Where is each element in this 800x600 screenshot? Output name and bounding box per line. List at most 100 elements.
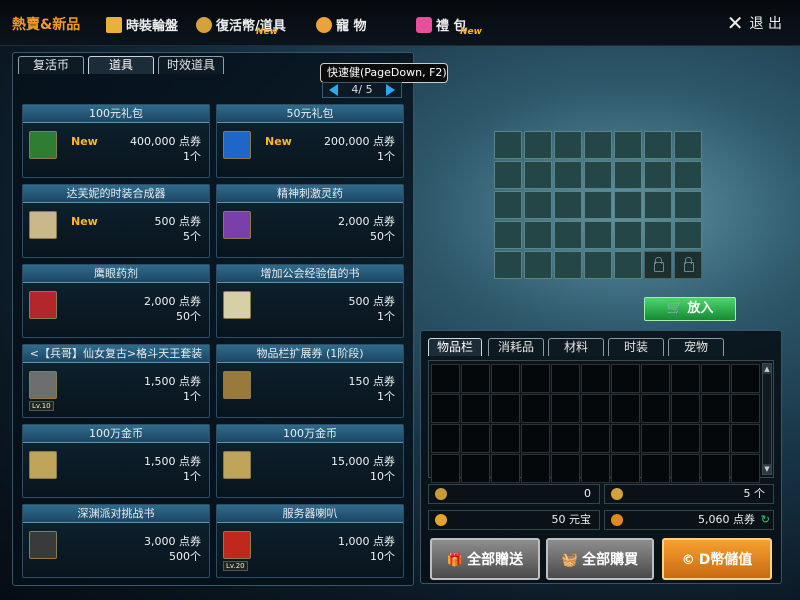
inventory-slot[interactable]	[431, 394, 460, 423]
inventory-slot[interactable]	[581, 454, 610, 483]
item-card[interactable]: 100万金币 15,000 点券 10个	[216, 424, 404, 498]
empty-slot[interactable]	[644, 161, 672, 189]
empty-slot[interactable]	[494, 191, 522, 219]
item-card[interactable]: 50元礼包 New 200,000 点券 1个	[216, 104, 404, 178]
empty-slot[interactable]	[494, 131, 522, 159]
item-card[interactable]: 达芙妮的时装合成器 New 500 点券 5个	[22, 184, 210, 258]
empty-slot[interactable]	[524, 191, 552, 219]
inventory-slot[interactable]	[551, 364, 580, 393]
inventory-slot[interactable]	[461, 424, 490, 453]
tab-consumables[interactable]: 消耗品	[488, 338, 544, 356]
empty-slot[interactable]	[614, 161, 642, 189]
tab-inventory[interactable]: 物品栏	[428, 338, 482, 356]
inventory-slot[interactable]	[431, 424, 460, 453]
tab-fashion[interactable]: 时装	[608, 338, 664, 356]
item-card[interactable]: 100万金币 1,500 点券 1个	[22, 424, 210, 498]
inventory-slot[interactable]	[491, 454, 520, 483]
empty-slot[interactable]	[674, 161, 702, 189]
empty-slot[interactable]	[554, 161, 582, 189]
refresh-icon[interactable]: ↻	[761, 511, 770, 529]
prev-page-icon[interactable]	[329, 84, 338, 96]
hot-new-title[interactable]: 熱賣&新品	[12, 14, 80, 34]
empty-slot[interactable]	[674, 191, 702, 219]
inventory-slot[interactable]	[641, 454, 670, 483]
inventory-slot[interactable]	[731, 394, 760, 423]
empty-slot[interactable]	[584, 221, 612, 249]
item-card[interactable]: 100元礼包 New 400,000 点券 1个	[22, 104, 210, 178]
empty-slot[interactable]	[494, 161, 522, 189]
inventory-slot[interactable]	[491, 364, 520, 393]
empty-slot[interactable]	[584, 131, 612, 159]
inventory-slot[interactable]	[731, 424, 760, 453]
inventory-slot[interactable]	[701, 364, 730, 393]
inventory-slot[interactable]	[671, 424, 700, 453]
empty-slot[interactable]	[644, 221, 672, 249]
inventory-slot[interactable]	[671, 394, 700, 423]
inventory-slot[interactable]	[641, 394, 670, 423]
buy-all-button[interactable]: 🧺 全部購買	[546, 538, 654, 580]
inventory-slot[interactable]	[611, 424, 640, 453]
exit-button[interactable]: ✕ 退 出	[727, 13, 782, 33]
empty-slot[interactable]	[614, 191, 642, 219]
item-card[interactable]: 鹰眼药剂 2,000 点券 50个	[22, 264, 210, 338]
empty-slot[interactable]	[614, 251, 642, 279]
inventory-slot[interactable]	[551, 424, 580, 453]
empty-slot[interactable]	[524, 251, 552, 279]
empty-slot[interactable]	[584, 161, 612, 189]
tab-items[interactable]: 道具	[88, 56, 154, 74]
empty-slot[interactable]	[524, 131, 552, 159]
inventory-slot[interactable]	[581, 394, 610, 423]
tab-pets[interactable]: 宠物	[668, 338, 724, 356]
tab-materials[interactable]: 材料	[548, 338, 604, 356]
put-in-button[interactable]: 🛒 放入	[644, 297, 736, 321]
inventory-slot[interactable]	[491, 394, 520, 423]
empty-slot[interactable]	[674, 221, 702, 249]
inventory-slot[interactable]	[701, 394, 730, 423]
inventory-slot[interactable]	[431, 364, 460, 393]
item-card[interactable]: 精神刺激灵药 2,000 点券 50个	[216, 184, 404, 258]
menu-fashion-roulette[interactable]: 時裝輪盤	[106, 15, 178, 34]
item-card[interactable]: <【兵哥】仙女复古>格斗天王套装 Lv.10 1,500 点券 1个	[22, 344, 210, 418]
scroll-up-icon[interactable]: ▲	[763, 364, 771, 374]
inventory-slot[interactable]	[611, 364, 640, 393]
inventory-slot[interactable]	[551, 394, 580, 423]
empty-slot[interactable]	[554, 221, 582, 249]
empty-slot[interactable]	[554, 131, 582, 159]
empty-slot[interactable]	[674, 131, 702, 159]
item-card[interactable]: 物品栏扩展券 (1阶段) 150 点券 1个	[216, 344, 404, 418]
tab-revive-coin[interactable]: 复活币	[18, 56, 84, 74]
inventory-slot[interactable]	[611, 394, 640, 423]
empty-slot[interactable]	[644, 191, 672, 219]
empty-slot[interactable]	[644, 131, 672, 159]
inventory-slot[interactable]	[731, 454, 760, 483]
inventory-slot[interactable]	[521, 394, 550, 423]
empty-slot[interactable]	[524, 221, 552, 249]
inventory-slot[interactable]	[641, 424, 670, 453]
inventory-slot[interactable]	[581, 364, 610, 393]
inventory-slot[interactable]	[671, 454, 700, 483]
inventory-slot[interactable]	[671, 364, 700, 393]
inventory-slot[interactable]	[551, 454, 580, 483]
inventory-slot[interactable]	[701, 424, 730, 453]
inventory-slot[interactable]	[431, 454, 460, 483]
scroll-down-icon[interactable]: ▼	[763, 464, 771, 474]
inventory-scrollbar[interactable]: ▲ ▼	[762, 363, 772, 475]
inventory-slot[interactable]	[581, 424, 610, 453]
inventory-slot[interactable]	[521, 364, 550, 393]
item-card[interactable]: 深渊派对挑战书 3,000 点券 500个	[22, 504, 210, 578]
empty-slot[interactable]	[584, 251, 612, 279]
inventory-slot[interactable]	[461, 364, 490, 393]
inventory-slot[interactable]	[461, 394, 490, 423]
inventory-slot[interactable]	[641, 364, 670, 393]
gift-all-button[interactable]: 🎁 全部贈送	[430, 538, 540, 580]
empty-slot[interactable]	[494, 221, 522, 249]
inventory-slot[interactable]	[701, 454, 730, 483]
inventory-slot[interactable]	[491, 424, 520, 453]
empty-slot[interactable]	[554, 191, 582, 219]
inventory-slot[interactable]	[611, 454, 640, 483]
item-card[interactable]: 服务器喇叭 Lv.20 1,000 点券 10个	[216, 504, 404, 578]
empty-slot[interactable]	[614, 131, 642, 159]
inventory-slot[interactable]	[731, 364, 760, 393]
recharge-button[interactable]: © D幣儲值	[662, 538, 772, 580]
next-page-icon[interactable]	[386, 84, 395, 96]
